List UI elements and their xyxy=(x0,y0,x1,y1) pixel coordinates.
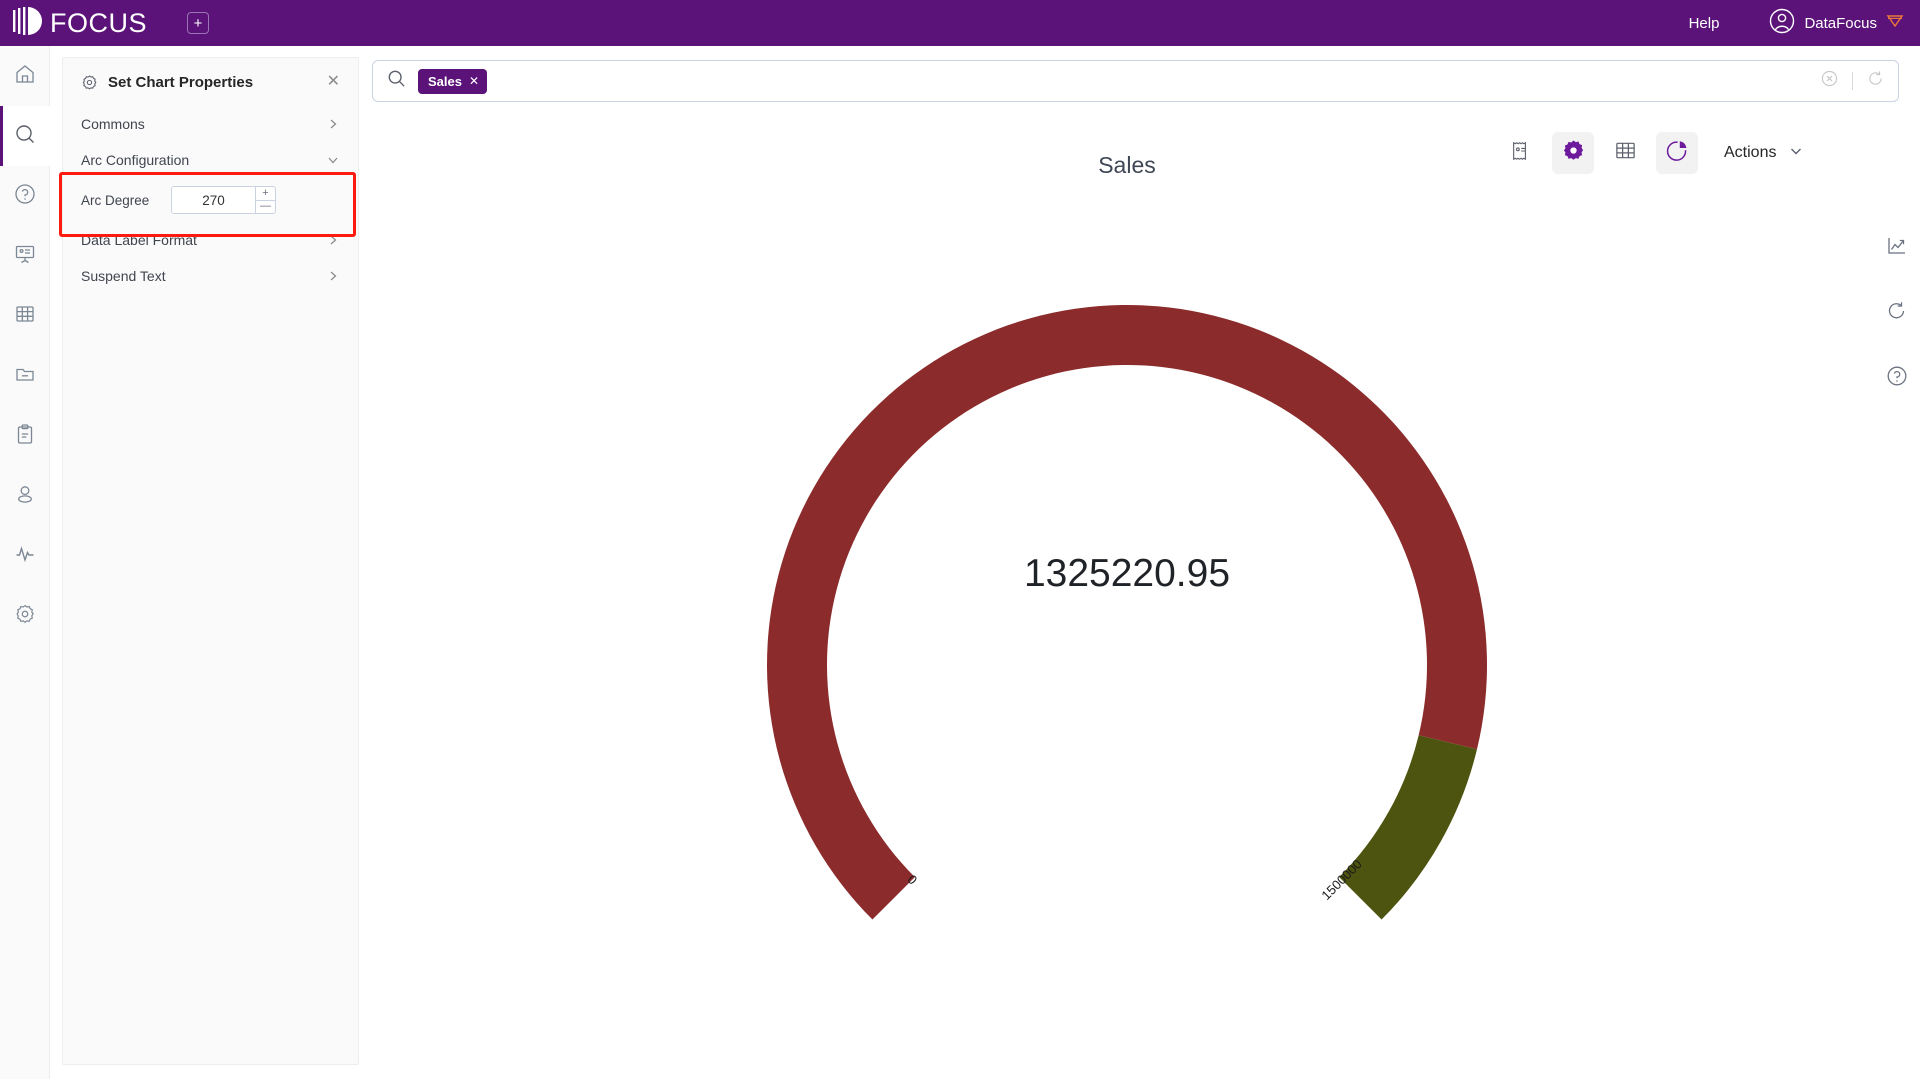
arc-degree-spinner[interactable]: + — xyxy=(255,187,275,213)
gauge-remainder-arc xyxy=(1339,735,1477,920)
section-label: Commons xyxy=(81,116,145,132)
brand-logo[interactable]: FOCUS xyxy=(12,6,147,41)
close-icon[interactable]: ✕ xyxy=(327,74,340,90)
chevron-right-icon xyxy=(326,233,340,247)
sidebar-item-search[interactable] xyxy=(0,106,50,166)
chip-label: Sales xyxy=(428,73,462,89)
help-link[interactable]: Help xyxy=(1689,15,1720,32)
user-menu[interactable]: DataFocus xyxy=(1769,8,1904,39)
user-icon xyxy=(14,483,36,510)
sidebar-item-users[interactable] xyxy=(0,466,50,526)
gauge-center-value: 1325220.95 xyxy=(1023,552,1231,595)
table-grid-icon xyxy=(14,303,36,330)
sidebar-item-settings[interactable] xyxy=(0,586,50,646)
section-arc-configuration[interactable]: Arc Configuration xyxy=(63,142,358,178)
top-bar: FOCUS + Help DataFocus xyxy=(0,0,1920,46)
divider xyxy=(1852,72,1853,90)
chevron-right-icon xyxy=(326,269,340,283)
gauge-value-arc xyxy=(766,305,1487,920)
sidebar-item-data-table[interactable] xyxy=(0,286,50,346)
sidebar-item-help[interactable] xyxy=(0,166,50,226)
focus-logo-icon xyxy=(12,6,46,41)
gear-icon xyxy=(81,74,98,91)
brand-name: FOCUS xyxy=(50,7,147,38)
section-label: Suspend Text xyxy=(81,268,166,284)
gauge-chart: Sales 0 1500000 1325220.95 xyxy=(372,120,1882,1070)
chevron-down-icon xyxy=(326,153,340,167)
help-circle-icon[interactable] xyxy=(1886,365,1908,392)
arc-degree-row: Arc Degree + — xyxy=(63,178,358,222)
section-suspend-text[interactable]: Suspend Text xyxy=(63,258,358,294)
search-icon xyxy=(14,123,36,150)
refresh-icon[interactable] xyxy=(1886,300,1908,327)
sidebar-item-tasks[interactable] xyxy=(0,406,50,466)
refresh-icon[interactable] xyxy=(1867,70,1884,92)
user-circle-icon xyxy=(1769,8,1795,39)
chart-properties-panel: Set Chart Properties ✕ Commons Arc Confi… xyxy=(62,57,359,1065)
search-chip-sales[interactable]: Sales ✕ xyxy=(418,68,488,94)
search-bar[interactable]: Sales ✕ xyxy=(372,60,1899,102)
help-circle-icon xyxy=(14,183,36,210)
plus-icon[interactable]: + xyxy=(256,187,275,201)
folder-minus-icon xyxy=(14,363,36,390)
user-name: DataFocus xyxy=(1804,14,1877,32)
section-label: Data Label Format xyxy=(81,232,197,248)
sidebar-item-monitoring[interactable] xyxy=(0,526,50,586)
right-edge-tools xyxy=(1886,235,1908,392)
sidebar-item-dashboard[interactable] xyxy=(0,226,50,286)
home-icon xyxy=(14,63,36,90)
arc-degree-label: Arc Degree xyxy=(81,192,150,208)
line-chart-icon[interactable] xyxy=(1886,235,1908,262)
gear-icon xyxy=(14,603,36,630)
presentation-icon xyxy=(14,243,36,270)
sidebar-item-resources[interactable] xyxy=(0,346,50,406)
section-commons[interactable]: Commons xyxy=(63,106,358,142)
clear-circle-icon[interactable] xyxy=(1821,70,1838,92)
section-data-label-format[interactable]: Data Label Format xyxy=(63,222,358,258)
section-label: Arc Configuration xyxy=(81,152,190,168)
sidebar-item-home[interactable] xyxy=(0,46,50,106)
pulse-icon xyxy=(14,543,36,570)
chevron-right-icon xyxy=(326,117,340,131)
left-nav-rail xyxy=(0,46,50,1079)
panel-header: Set Chart Properties ✕ xyxy=(63,58,358,106)
arc-degree-stepper[interactable]: + — xyxy=(171,186,276,214)
diamond-badge-icon xyxy=(1886,13,1904,34)
arc-degree-input[interactable] xyxy=(172,187,255,213)
close-icon[interactable]: ✕ xyxy=(469,74,479,88)
minus-icon[interactable]: — xyxy=(256,201,275,214)
plus-square-icon[interactable]: + xyxy=(187,12,209,34)
search-icon xyxy=(387,69,406,93)
panel-title: Set Chart Properties xyxy=(108,73,254,91)
clipboard-icon xyxy=(14,423,36,450)
